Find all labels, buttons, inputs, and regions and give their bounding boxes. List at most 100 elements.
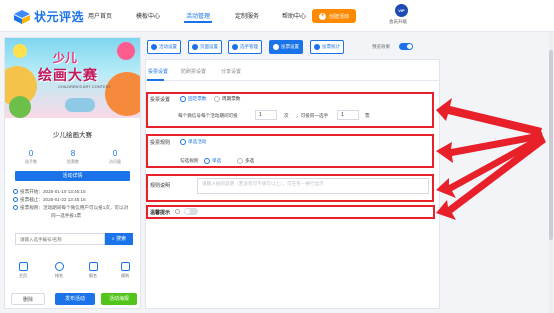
preview-tab-label: 规则 [121,273,129,278]
rule-note-textarea[interactable]: 请输入规则说明（若没有可不填写以上），可在另一换行显示 [197,178,429,194]
search-button[interactable]: ⌕ 搜索 [105,233,133,245]
user-icon [54,262,64,271]
publish-activity-button[interactable]: 发布活动 [55,293,95,305]
preview-tab-rules[interactable]: 规则 [113,262,137,279]
nav-activity-management-label: 活动管理 [186,14,211,20]
per-user-vote-count-input[interactable]: 1 [255,110,277,120]
periodic-votes-radio[interactable] [214,96,220,102]
activity-detail-button[interactable]: 活动详情 [15,171,130,181]
subtab-vote-settings[interactable]: 投票设置 [148,68,168,75]
preview-effect-toggle[interactable] [399,43,413,50]
tab-page-settings[interactable]: 页面设置 [188,40,222,54]
tab-contestant-management[interactable]: 选手管理 [228,40,262,54]
page-scrollbar-thumb[interactable] [549,50,553,240]
subtab-anti-fraud[interactable]: 防刷票设置 [181,68,206,75]
banner-title-line1: 少儿 [53,51,78,65]
vote-start-time: 投票开始：2025-01-10 13:45:16 [13,188,86,196]
activity-poster-button[interactable]: 活动海报 [101,293,137,305]
multi-select-label[interactable]: 多选 [245,158,254,164]
tab-vote-settings[interactable]: 投票设置 [269,40,303,54]
preview-tab-label: 报名 [89,273,97,278]
subtab-divider [145,80,440,81]
preview-tab-home[interactable]: 主页 [11,262,35,279]
nav-templates[interactable]: 模板中心 [136,11,160,20]
tab-vote-statistics[interactable]: 投票统计 [310,40,344,54]
stat-visits: 0 访问量 [95,149,135,165]
activity-banner: 少儿 绘画大赛 CHILDREN'S ART CONTEST [5,38,140,118]
vote-type-label: 投票规则 [150,140,171,146]
vote-rule-text-line1: 投票规则：活动期间每个微信用户可以投1次，可以对 [20,205,129,210]
vote-end-text: 投票截止：2025-01-22 13:45:16 [20,197,86,202]
stat-value: 0 [112,149,118,158]
gear-icon [151,44,157,50]
create-activity-label: 创建活动 [328,13,349,20]
single-activity-label[interactable]: 单选活动 [188,139,206,145]
page-icon [192,44,198,50]
preview-tab-label: 主页 [19,273,27,278]
brand-logo[interactable]: 状元评选 [14,8,84,25]
vote-rule-summary: 投票规则：活动期间每个微信用户可以投1次，可以对 [13,204,139,212]
tab-label: 投票设置 [281,44,299,49]
clock-icon [13,189,18,194]
tab-label: 活动设置 [159,44,177,49]
stat-label: 访问量 [109,159,121,164]
preview-tab-ranking[interactable]: 排名 [47,262,71,279]
tip-label: 温馨提示 [150,210,171,216]
fixed-votes-label[interactable]: 固定票数 [188,96,206,102]
multi-select-radio[interactable] [237,158,243,164]
subtab-active-underline [147,79,164,81]
subtab-share-settings[interactable]: 分享设置 [221,68,241,75]
stat-label: 投票数 [67,159,79,164]
arrow-to-vote-count [436,98,542,136]
delete-activity-button[interactable]: 删除 [11,293,45,305]
banner-decoration [9,96,31,118]
nav-custom-service[interactable]: 定制服务 [235,11,259,20]
nav-activity-management[interactable]: 活动管理 [184,11,213,23]
toggle-knob [185,209,190,214]
top-navigation-bar: 状元评选 用户首页 模板中心 活动管理 定制服务 帮助中心 + 创建活动 VIP… [0,0,554,32]
select-rule-label: 勾选规则 [180,158,199,163]
tip-toggle[interactable] [184,208,198,215]
vote-rule-summary-continued: 同一选手投1票 [51,212,81,220]
vote-icon [273,44,279,50]
banner-decoration [13,44,27,58]
rule-note-label: 规则说明 [150,183,171,189]
fixed-votes-radio[interactable] [180,96,186,102]
vote-start-text: 投票开始：2025-01-10 13:45:16 [20,189,86,194]
vote-rule-text-line2: 同一选手投1票 [51,213,82,218]
per-user-limit-prefix: 每个微信号每个活动期间可投 [178,113,238,118]
clock-icon [13,197,18,202]
annotation-arrows [436,98,546,220]
home-icon [18,262,28,271]
single-select-label[interactable]: 单选 [212,158,221,164]
info-icon [13,205,18,210]
per-contestant-prefix: ，可投同一选手 [296,113,329,118]
per-user-unit: 次 [284,113,289,118]
nav-home[interactable]: 用户首页 [88,11,112,20]
create-activity-button[interactable]: + 创建活动 [312,9,356,23]
per-contestant-vote-input[interactable]: 1 [337,110,359,120]
chart-icon [314,44,320,50]
vip-upgrade-label[interactable]: 会员升级 [389,19,407,25]
preview-effect-label: 预览效果 [372,44,390,49]
per-contestant-unit: 票 [365,113,370,118]
periodic-votes-label[interactable]: 周期票数 [222,96,240,102]
stat-votes: 8 投票数 [53,149,93,165]
banner-decoration [105,72,140,116]
nav-active-underline [184,21,213,23]
tab-label: 页面设置 [200,44,218,49]
preview-tab-signup[interactable]: 报名 [81,262,105,279]
single-select-radio[interactable] [204,158,210,164]
tab-activity-settings[interactable]: 活动设置 [147,40,181,54]
search-icon: ⌕ [111,236,115,242]
single-activity-radio[interactable] [180,139,186,145]
stat-value: 8 [70,149,76,158]
vip-icon[interactable]: VIP [395,4,408,17]
nav-help[interactable]: 帮助中心 [282,11,306,20]
banner-subtitle: CHILDREN'S ART CONTEST [58,84,111,89]
brand-logo-icon [14,9,30,24]
question-icon [175,209,180,214]
contestant-search-input[interactable] [15,233,105,245]
signup-icon [88,262,98,271]
tab-label: 选手管理 [240,44,258,49]
